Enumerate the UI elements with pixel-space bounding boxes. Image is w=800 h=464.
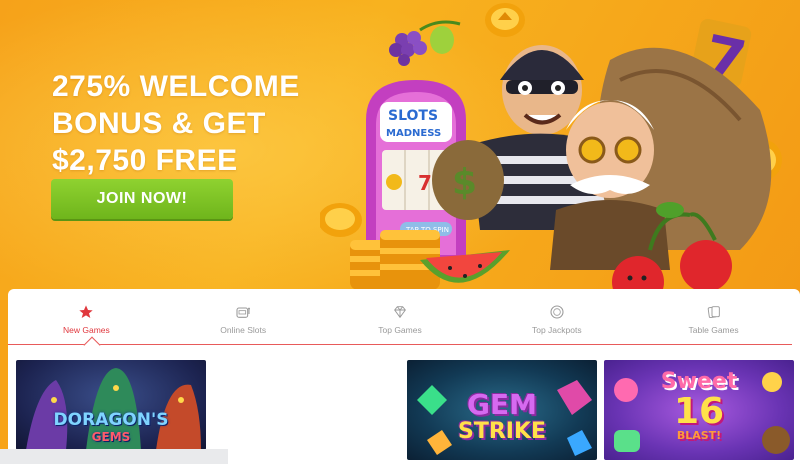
tab-label: Top Jackpots xyxy=(531,325,582,335)
tab-online-slots[interactable]: Online Slots xyxy=(165,289,322,344)
svg-text:$: $ xyxy=(452,162,477,203)
join-now-button[interactable]: JOIN NOW! xyxy=(51,179,233,219)
tab-new-games[interactable]: New Games xyxy=(8,289,165,344)
game-card-doragons-gems[interactable]: DORAGON'S GEMS xyxy=(16,360,206,450)
game-category-tabs: New Games Online Slots Top Games Top Jac… xyxy=(8,289,792,345)
cards-icon xyxy=(705,303,723,321)
game-title-line-3: BLAST! xyxy=(676,429,722,442)
game-title-line-2: 16 xyxy=(673,391,725,432)
tab-top-jackpots[interactable]: Top Jackpots xyxy=(478,289,635,344)
game-title: GEM STRIKE xyxy=(407,390,597,444)
coin-icon xyxy=(485,3,525,37)
coin-icon xyxy=(320,203,362,237)
hero-illustration: 7 SLOTS MADNESS 7 TAP TO SPIN xyxy=(320,3,782,300)
game-title-line-1: DORAGON'S xyxy=(53,410,169,430)
coin-icon xyxy=(548,303,566,321)
svg-text:MADNESS: MADNESS xyxy=(386,128,441,139)
grapes-icon xyxy=(389,20,461,66)
tab-top-games[interactable]: Top Games xyxy=(322,289,479,344)
tab-label: New Games xyxy=(63,325,110,335)
game-title-line-2: STRIKE xyxy=(457,419,547,444)
game-card-gem-strike[interactable]: GEM STRIKE xyxy=(407,360,597,460)
game-card-sweet-16-blast[interactable]: Sweet 16 BLAST! xyxy=(604,360,794,460)
svg-text:SLOTS: SLOTS xyxy=(388,108,438,124)
hero-banner: 275% WELCOME BONUS & GET $2,750 FREE JOI… xyxy=(0,0,800,300)
headline-line-3: $2,750 FREE xyxy=(52,144,238,177)
game-title: DORAGON'S GEMS xyxy=(16,412,206,446)
tab-label: Table Games xyxy=(688,325,739,335)
tab-label: Top Games xyxy=(378,325,422,335)
slot-machine-icon xyxy=(234,303,252,321)
game-title-line-2: GEMS xyxy=(91,430,131,444)
headline-line-2: BONUS & GET xyxy=(52,107,266,140)
diamond-icon xyxy=(391,303,409,321)
bottom-strip xyxy=(0,449,228,464)
promo-headline: 275% WELCOME BONUS & GET $2,750 FREE xyxy=(52,68,352,179)
star-icon xyxy=(77,303,95,321)
headline-line-1: 275% WELCOME xyxy=(52,70,300,103)
tab-table-games[interactable]: Table Games xyxy=(635,289,792,344)
tab-label: Online Slots xyxy=(220,325,267,335)
game-title: Sweet 16 BLAST! xyxy=(604,370,794,442)
game-title-line-1: GEM xyxy=(467,388,537,421)
svg-text:7: 7 xyxy=(418,171,432,195)
